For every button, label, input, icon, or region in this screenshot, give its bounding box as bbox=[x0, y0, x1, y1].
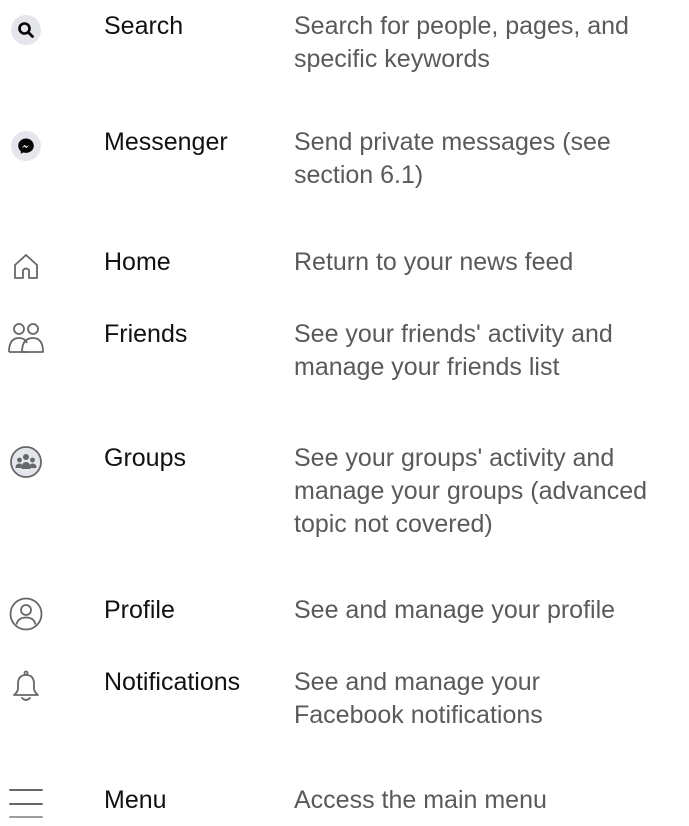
feature-description: See and manage your Facebook notificatio… bbox=[294, 668, 543, 729]
feature-description: See your groups' activity and manage you… bbox=[294, 444, 648, 538]
menu-icon[interactable] bbox=[4, 776, 48, 820]
feature-description: Search for people, pages, and specific k… bbox=[294, 12, 629, 73]
feature-description: Access the main menu bbox=[294, 786, 547, 814]
feature-description: See and manage your profile bbox=[294, 596, 616, 624]
feature-description: Return to your news feed bbox=[294, 248, 574, 276]
groups-icon[interactable] bbox=[4, 440, 48, 484]
feature-label: Menu bbox=[104, 786, 167, 814]
feature-label: Friends bbox=[104, 320, 188, 348]
friends-icon[interactable] bbox=[4, 316, 48, 360]
feature-label: Groups bbox=[104, 444, 186, 472]
home-icon[interactable] bbox=[4, 244, 48, 288]
profile-icon[interactable] bbox=[4, 592, 48, 636]
feature-description: See your friends' activity and manage yo… bbox=[294, 320, 613, 381]
feature-label: Search bbox=[104, 12, 184, 40]
feature-label: Notifications bbox=[104, 668, 241, 696]
feature-label: Profile bbox=[104, 596, 175, 624]
search-icon[interactable] bbox=[4, 8, 48, 52]
messenger-icon[interactable] bbox=[4, 124, 48, 168]
bell-icon[interactable] bbox=[4, 664, 48, 708]
feature-label: Messenger bbox=[104, 128, 228, 156]
feature-description: Send private messages (see section 6.1) bbox=[294, 128, 611, 189]
feature-label: Home bbox=[104, 248, 171, 276]
